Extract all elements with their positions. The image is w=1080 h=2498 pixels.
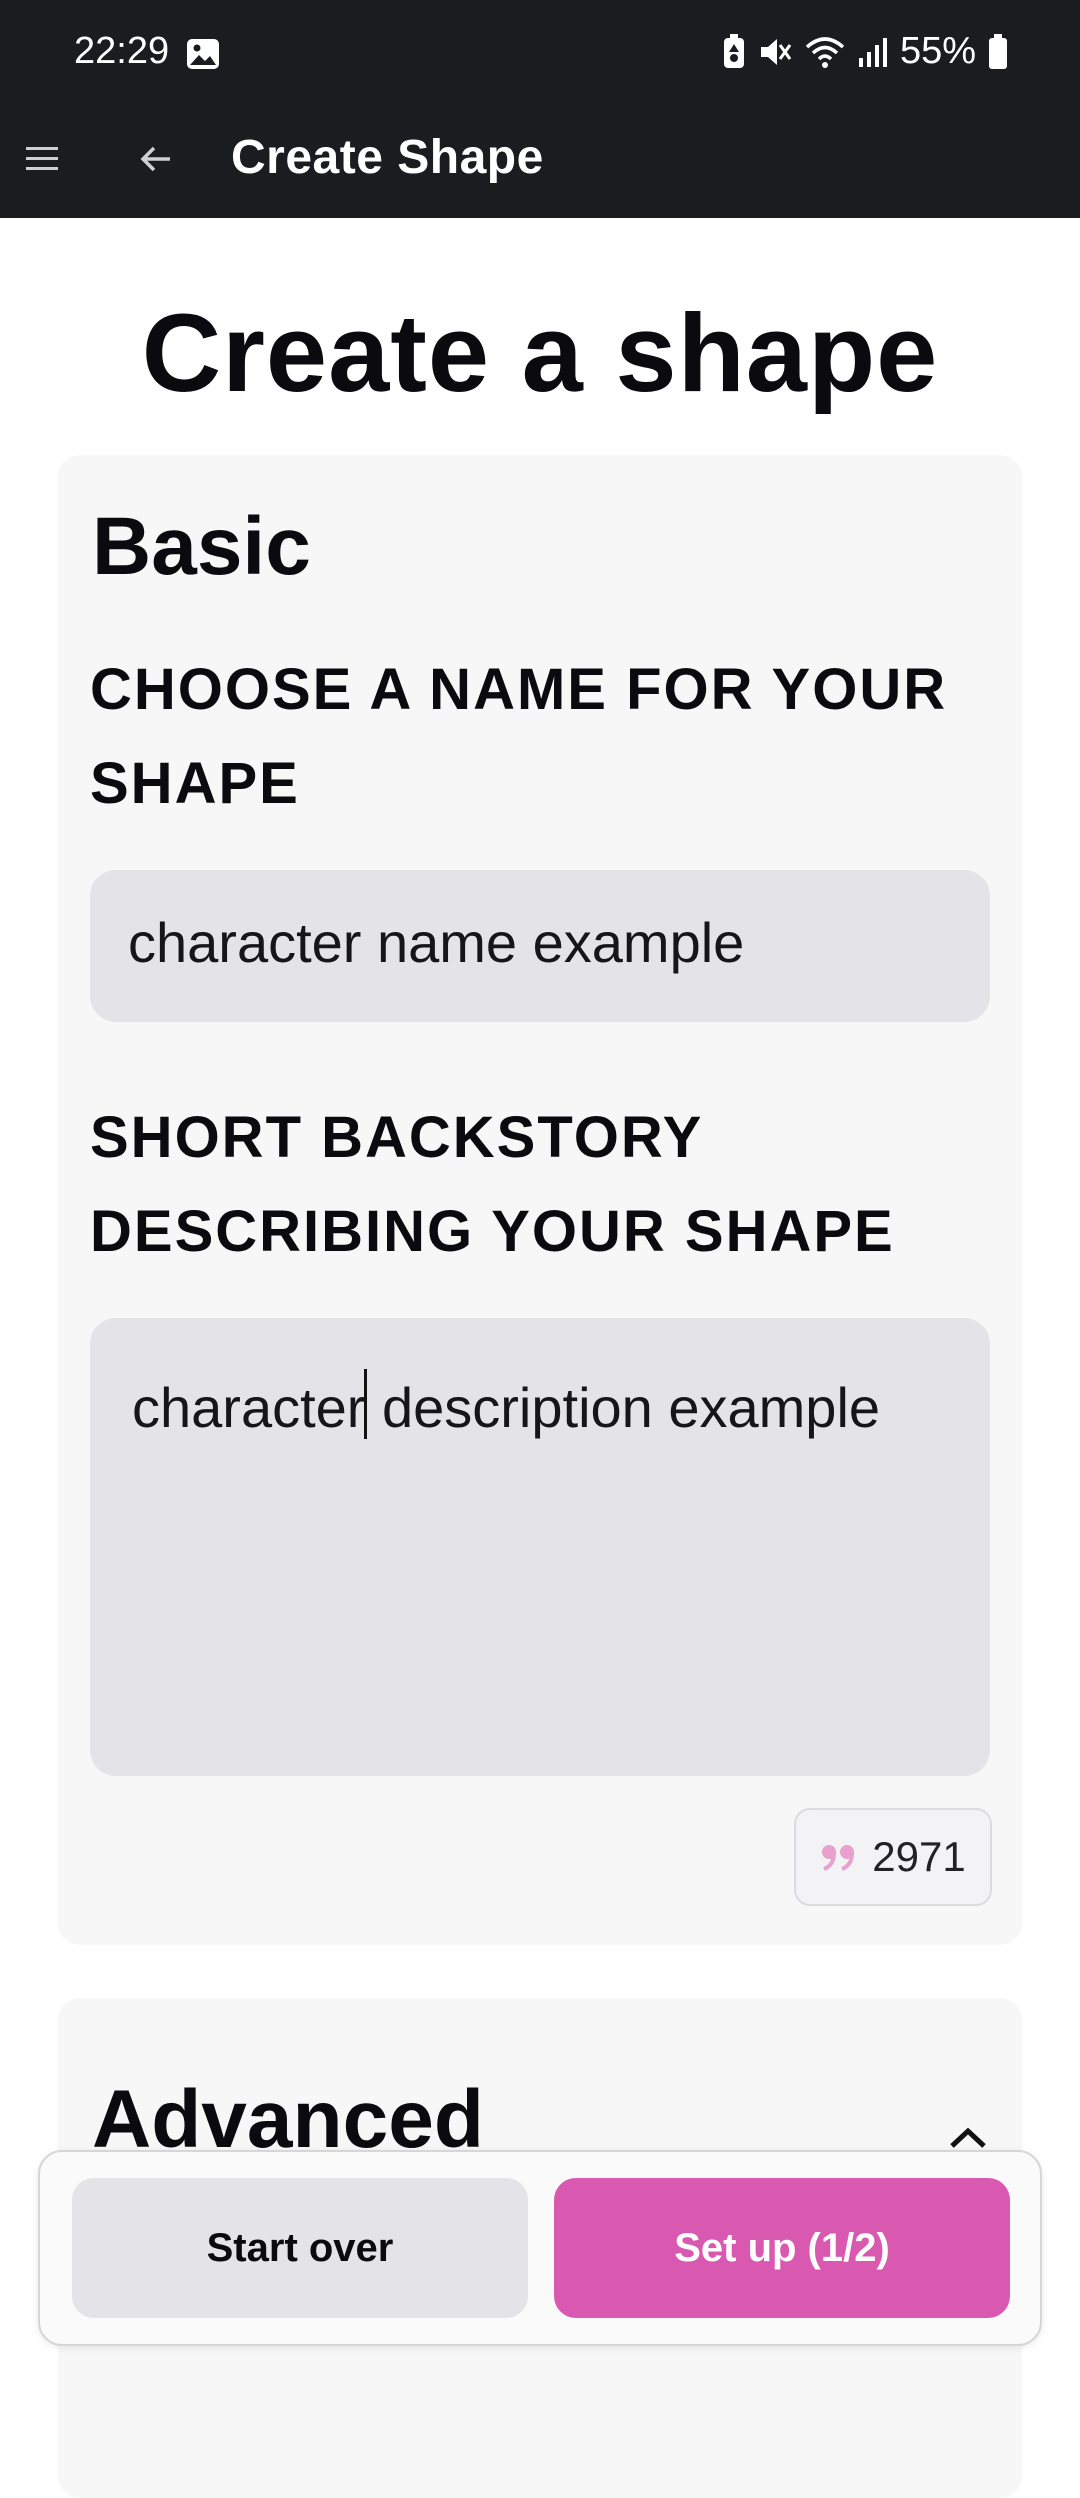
character-count: 2971 [872, 1833, 966, 1880]
quote-icon [820, 1833, 858, 1881]
status-time: 22:29 [74, 30, 170, 72]
battery-percent: 55% [899, 30, 976, 72]
signal-icon [858, 36, 888, 68]
backstory-textarea[interactable]: character description example [90, 1318, 990, 1776]
backstory-text-before-cursor: character [132, 1376, 366, 1439]
mute-icon [758, 35, 792, 69]
status-bar: 22:29 55% [0, 0, 1080, 108]
set-up-button[interactable]: Set up (1/2) [554, 2178, 1010, 2318]
name-field-label: CHOOSE A NAME FOR YOUR SHAPE [90, 657, 948, 816]
battery-saver-icon [722, 33, 746, 70]
bottom-action-bar: Start over Set up (1/2) [38, 2150, 1042, 2346]
start-over-button[interactable]: Start over [72, 2178, 528, 2318]
basic-section: Basic CHOOSE A NAME FOR YOUR SHAPE chara… [58, 455, 1022, 1945]
battery-icon [988, 33, 1008, 70]
app-bar: Create Shape [0, 108, 1080, 218]
backstory-field-label: SHORT BACKSTORY DESCRIBING YOUR SHAPE [90, 1105, 895, 1264]
gallery-icon [186, 38, 220, 75]
app-bar-title: Create Shape [231, 131, 544, 184]
menu-icon[interactable] [24, 143, 60, 178]
name-input-value: character name example [128, 911, 745, 974]
basic-heading: Basic [92, 501, 311, 592]
page-title: Create a shape [141, 292, 939, 415]
name-input[interactable]: character name example [90, 870, 990, 1022]
character-count-badge: 2971 [794, 1808, 992, 1906]
wifi-icon [804, 35, 846, 69]
back-arrow-icon[interactable] [138, 141, 174, 182]
backstory-text-after-cursor: description example [366, 1376, 881, 1439]
